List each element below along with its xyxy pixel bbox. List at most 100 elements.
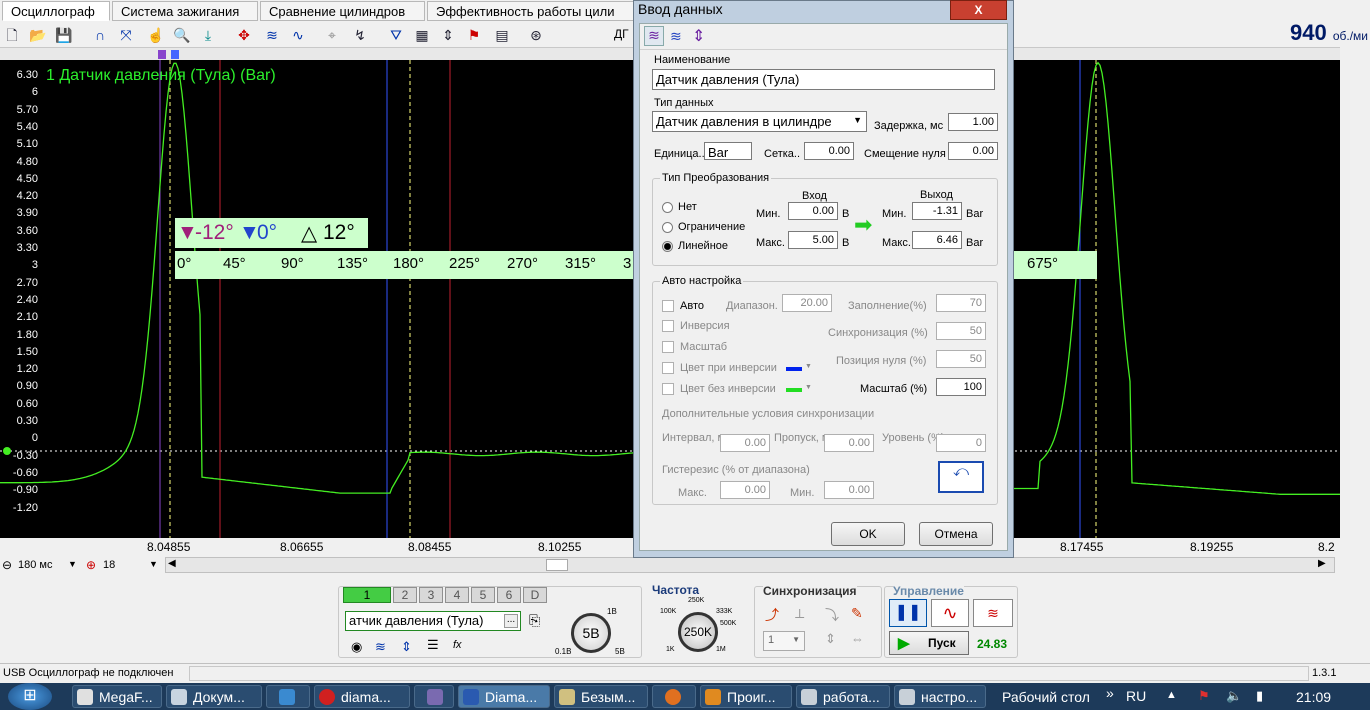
cursor-arrows-icon[interactable]: ⤧	[116, 25, 136, 45]
magnet-icon[interactable]: ∩	[90, 25, 110, 45]
edge-icon[interactable]: ⟂	[795, 605, 804, 622]
color-noinv-checkbox[interactable]	[662, 383, 674, 395]
zoom-out-icon[interactable]: ⊖	[2, 558, 12, 572]
out-max-field[interactable]: 6.46	[912, 231, 962, 249]
in-min-field[interactable]: 0.00	[788, 202, 838, 220]
channel-name-field[interactable]: атчик давления (Тула)	[345, 611, 521, 631]
tab-efficiency[interactable]: Эффективность работы цили	[427, 1, 637, 21]
channel-button-4[interactable]: 4	[445, 587, 469, 603]
channel-button-2[interactable]: 2	[393, 587, 417, 603]
noise-mode-button[interactable]: ≋	[973, 599, 1013, 627]
zero-icon[interactable]: ↯	[350, 25, 370, 45]
invert-checkbox[interactable]	[662, 320, 674, 332]
zero-pos-field[interactable]: 50	[936, 350, 986, 368]
name-field[interactable]: Датчик давления (Тула)	[652, 69, 995, 90]
desktop-toolbar[interactable]: Рабочий стол	[1002, 689, 1090, 705]
start-button[interactable]: ▶ Пуск	[889, 631, 969, 655]
single-shot-icon[interactable]: ✎	[851, 605, 863, 622]
channel-edit-icon[interactable]: ⎘	[529, 612, 540, 629]
marker-1-handle[interactable]	[158, 50, 166, 59]
delay-field[interactable]: 1.00	[948, 113, 998, 131]
out-min-field[interactable]: -1.31	[912, 202, 962, 220]
channel-button-5[interactable]: 5	[471, 587, 495, 603]
sync-pct-field[interactable]: 50	[936, 322, 986, 340]
task-diama[interactable]: Diama...	[458, 685, 550, 708]
task-app3[interactable]	[266, 685, 310, 708]
auto-tune-button[interactable]: ⤺	[938, 461, 984, 493]
task-settings[interactable]: настро...	[894, 685, 986, 708]
horizontal-scrollbar[interactable]: ◀ ▶	[165, 557, 1335, 573]
wave-blue-icon[interactable]: ≋	[670, 28, 682, 45]
tab-oscilloscope[interactable]: Осциллограф	[2, 1, 110, 21]
eye-icon[interactable]: ◉	[351, 639, 362, 655]
task-docs[interactable]: Докум...	[166, 685, 262, 708]
channel-button-1[interactable]: 1	[343, 587, 391, 603]
sync-pos-icon[interactable]: ⇔	[851, 631, 864, 646]
color-noinv-swatch[interactable]	[786, 388, 802, 392]
radio-none[interactable]	[662, 202, 673, 213]
in-max-field[interactable]: 5.00	[788, 231, 838, 249]
start-orb-icon[interactable]: ⊞	[8, 683, 52, 710]
zoom-icon[interactable]: 🔍	[172, 25, 192, 45]
close-button[interactable]: X	[950, 0, 1007, 20]
units-field[interactable]: Bar	[704, 142, 752, 160]
chevron-down-icon[interactable]: ▼	[149, 559, 158, 569]
wave-icon[interactable]: ≋	[644, 26, 664, 46]
interval-field[interactable]: 0.00	[720, 434, 770, 452]
gauge-icon[interactable]: ⊛	[526, 25, 546, 45]
battery-icon[interactable]: ▮	[1256, 688, 1263, 704]
scale-field[interactable]: 100	[936, 378, 986, 396]
signal-icon[interactable]: ∿	[288, 25, 308, 45]
color-inv-checkbox[interactable]	[662, 362, 674, 374]
task-opera[interactable]: diama...	[314, 685, 410, 708]
hand-icon[interactable]: ☝	[146, 25, 166, 45]
radio-linear[interactable]	[662, 241, 673, 252]
channel-button-3[interactable]: 3	[419, 587, 443, 603]
skip-field[interactable]: 0.00	[824, 434, 874, 452]
task-player[interactable]: Проиг...	[700, 685, 792, 708]
volt-knob[interactable]: 5В	[571, 613, 611, 653]
auto-checkbox[interactable]	[662, 300, 674, 312]
fit-icon[interactable]: ⤓	[198, 25, 218, 45]
markers-icon[interactable]: ✥	[234, 25, 254, 45]
sine-mode-button[interactable]: ∿	[931, 599, 969, 627]
chevron-down-icon[interactable]: ▼	[805, 363, 812, 370]
filter-icon[interactable]: ⛛	[386, 25, 406, 45]
ok-button[interactable]: OK	[831, 522, 905, 546]
wave-icon[interactable]: ≋	[375, 639, 386, 655]
task-megaf[interactable]: MegaF...	[72, 685, 162, 708]
page-icon[interactable]: ▤	[492, 25, 512, 45]
channel-button-6[interactable]: 6	[497, 587, 521, 603]
hyst-min-field[interactable]: 0.00	[824, 481, 874, 499]
range-field[interactable]: 20.00	[782, 294, 832, 312]
chevron-down-icon[interactable]: ▼	[68, 559, 77, 569]
language-indicator[interactable]: RU	[1126, 688, 1146, 704]
tab-cylinder-compare[interactable]: Сравнение цилиндров	[260, 1, 425, 21]
task-app8[interactable]	[652, 685, 696, 708]
scale-checkbox[interactable]	[662, 341, 674, 353]
task-paint[interactable]: Безым...	[554, 685, 648, 708]
action-center-icon[interactable]: ⚑	[1198, 688, 1210, 704]
invert-icon[interactable]: ⇕	[692, 26, 705, 46]
marker-2-handle[interactable]	[171, 50, 179, 59]
function-icon[interactable]: fx	[453, 639, 462, 651]
task-work[interactable]: работа...	[796, 685, 890, 708]
toolbar-chevron-icon[interactable]: »	[1106, 685, 1114, 701]
scroll-thumb[interactable]	[546, 559, 568, 571]
volume-icon[interactable]: 🔈	[1226, 688, 1242, 704]
cancel-button[interactable]: Отмена	[919, 522, 993, 546]
open-folder-icon[interactable]: 📂	[28, 25, 48, 45]
type-select[interactable]: Датчик давления в цилиндре ▼	[652, 111, 867, 132]
new-file-icon[interactable]: 🗋	[2, 25, 22, 45]
task-app5[interactable]	[414, 685, 454, 708]
zoom-in-icon[interactable]: ⊕	[86, 558, 96, 572]
hyst-max-field[interactable]: 0.00	[720, 481, 770, 499]
lines-icon[interactable]: ☰	[427, 637, 439, 653]
tray-expand-icon[interactable]: ▲	[1166, 689, 1177, 701]
flag-icon[interactable]: ⚑	[464, 25, 484, 45]
rising-edge-icon[interactable]: ⤴	[765, 605, 779, 625]
grid-field[interactable]: 0.00	[804, 142, 854, 160]
auto-icon[interactable]: ⌖	[322, 25, 342, 45]
color-inv-swatch[interactable]	[786, 367, 802, 371]
save-icon[interactable]: 💾	[54, 25, 74, 45]
